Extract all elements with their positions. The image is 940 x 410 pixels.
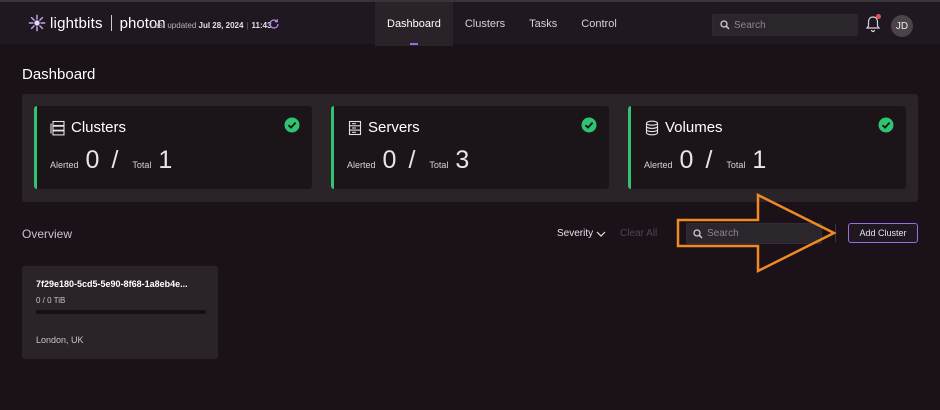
- alerted-count: 0: [85, 146, 100, 174]
- overview-heading: Overview: [22, 227, 73, 241]
- global-search-input[interactable]: [734, 19, 844, 31]
- nav-tasks[interactable]: Tasks: [517, 2, 569, 46]
- nav-control[interactable]: Control: [569, 2, 628, 46]
- stat-values: Alerted 0 / Total 1: [50, 146, 172, 175]
- clear-all-button[interactable]: Clear All: [620, 228, 657, 239]
- check-circle-icon: [284, 117, 300, 133]
- cluster-capacity: 0 / 0 TiB: [36, 296, 66, 305]
- stat-slash: /: [408, 146, 416, 174]
- top-nav-bar: lightbits photon Last updated Jul 28, 20…: [0, 0, 940, 46]
- alerted-count: 0: [679, 146, 694, 174]
- main-nav: Dashboard Clusters Tasks Control: [375, 2, 629, 46]
- total-count: 1: [158, 146, 173, 174]
- total-label: Total: [132, 160, 152, 170]
- last-updated-date: Jul 28, 2024: [198, 21, 244, 30]
- cluster-card[interactable]: 7f29e180-5cd5-5e90-8f68-1a8eb4e... 0 / 0…: [22, 266, 218, 359]
- annotation-arrow-icon: [676, 192, 837, 274]
- lightbits-logo-icon: [28, 14, 46, 32]
- server-icon: [348, 120, 362, 136]
- brand-name: lightbits: [50, 14, 103, 32]
- cluster-icon: [50, 120, 65, 136]
- stat-title: Servers: [368, 119, 420, 136]
- brand-logo[interactable]: lightbits photon: [28, 14, 166, 32]
- stat-values: Alerted 0 / Total 1: [644, 146, 766, 175]
- total-count: 1: [752, 146, 767, 174]
- stat-values: Alerted 0 / Total 3: [347, 146, 469, 175]
- alerted-label: Alerted: [50, 160, 79, 170]
- stat-card-clusters[interactable]: Clusters Alerted 0 / Total 1: [34, 106, 312, 189]
- total-label: Total: [429, 160, 449, 170]
- last-updated-separator: |: [246, 21, 249, 30]
- stat-card-servers[interactable]: Servers Alerted 0 / Total 3: [331, 106, 609, 189]
- chevron-down-icon: [596, 231, 606, 237]
- alerted-count: 0: [382, 146, 397, 174]
- stat-title: Clusters: [71, 119, 127, 136]
- last-updated: Last updated Jul 28, 2024 | 11:43: [150, 21, 272, 30]
- search-icon: [720, 20, 730, 30]
- severity-label: Severity: [557, 228, 594, 239]
- total-count: 3: [455, 146, 470, 174]
- add-cluster-button[interactable]: Add Cluster: [848, 223, 918, 243]
- page-title: Dashboard: [22, 66, 96, 83]
- alerted-label: Alerted: [644, 160, 673, 170]
- stats-panel: Clusters Alerted 0 / Total 1 Servers Ale…: [22, 94, 918, 202]
- volume-icon: [645, 120, 659, 136]
- last-updated-label: Last updated: [150, 21, 197, 30]
- check-circle-icon: [581, 117, 597, 133]
- stat-slash: /: [111, 146, 119, 174]
- severity-filter[interactable]: Severity: [557, 228, 606, 239]
- avatar[interactable]: JD: [891, 15, 913, 37]
- brand-divider: [110, 15, 112, 31]
- check-circle-icon: [878, 117, 894, 133]
- nav-clusters[interactable]: Clusters: [453, 2, 517, 46]
- global-search[interactable]: [712, 14, 858, 36]
- cluster-id: 7f29e180-5cd5-5e90-8f68-1a8eb4e...: [36, 279, 188, 289]
- cluster-usage-bar: [36, 310, 206, 314]
- nav-dashboard[interactable]: Dashboard: [375, 2, 453, 46]
- stat-slash: /: [705, 146, 713, 174]
- notification-badge: [876, 14, 881, 19]
- stat-card-volumes[interactable]: Volumes Alerted 0 / Total 1: [628, 106, 906, 189]
- refresh-icon[interactable]: [268, 18, 280, 30]
- total-label: Total: [726, 160, 746, 170]
- alerted-label: Alerted: [347, 160, 376, 170]
- stat-title: Volumes: [665, 119, 723, 136]
- cluster-location: London, UK: [36, 335, 84, 345]
